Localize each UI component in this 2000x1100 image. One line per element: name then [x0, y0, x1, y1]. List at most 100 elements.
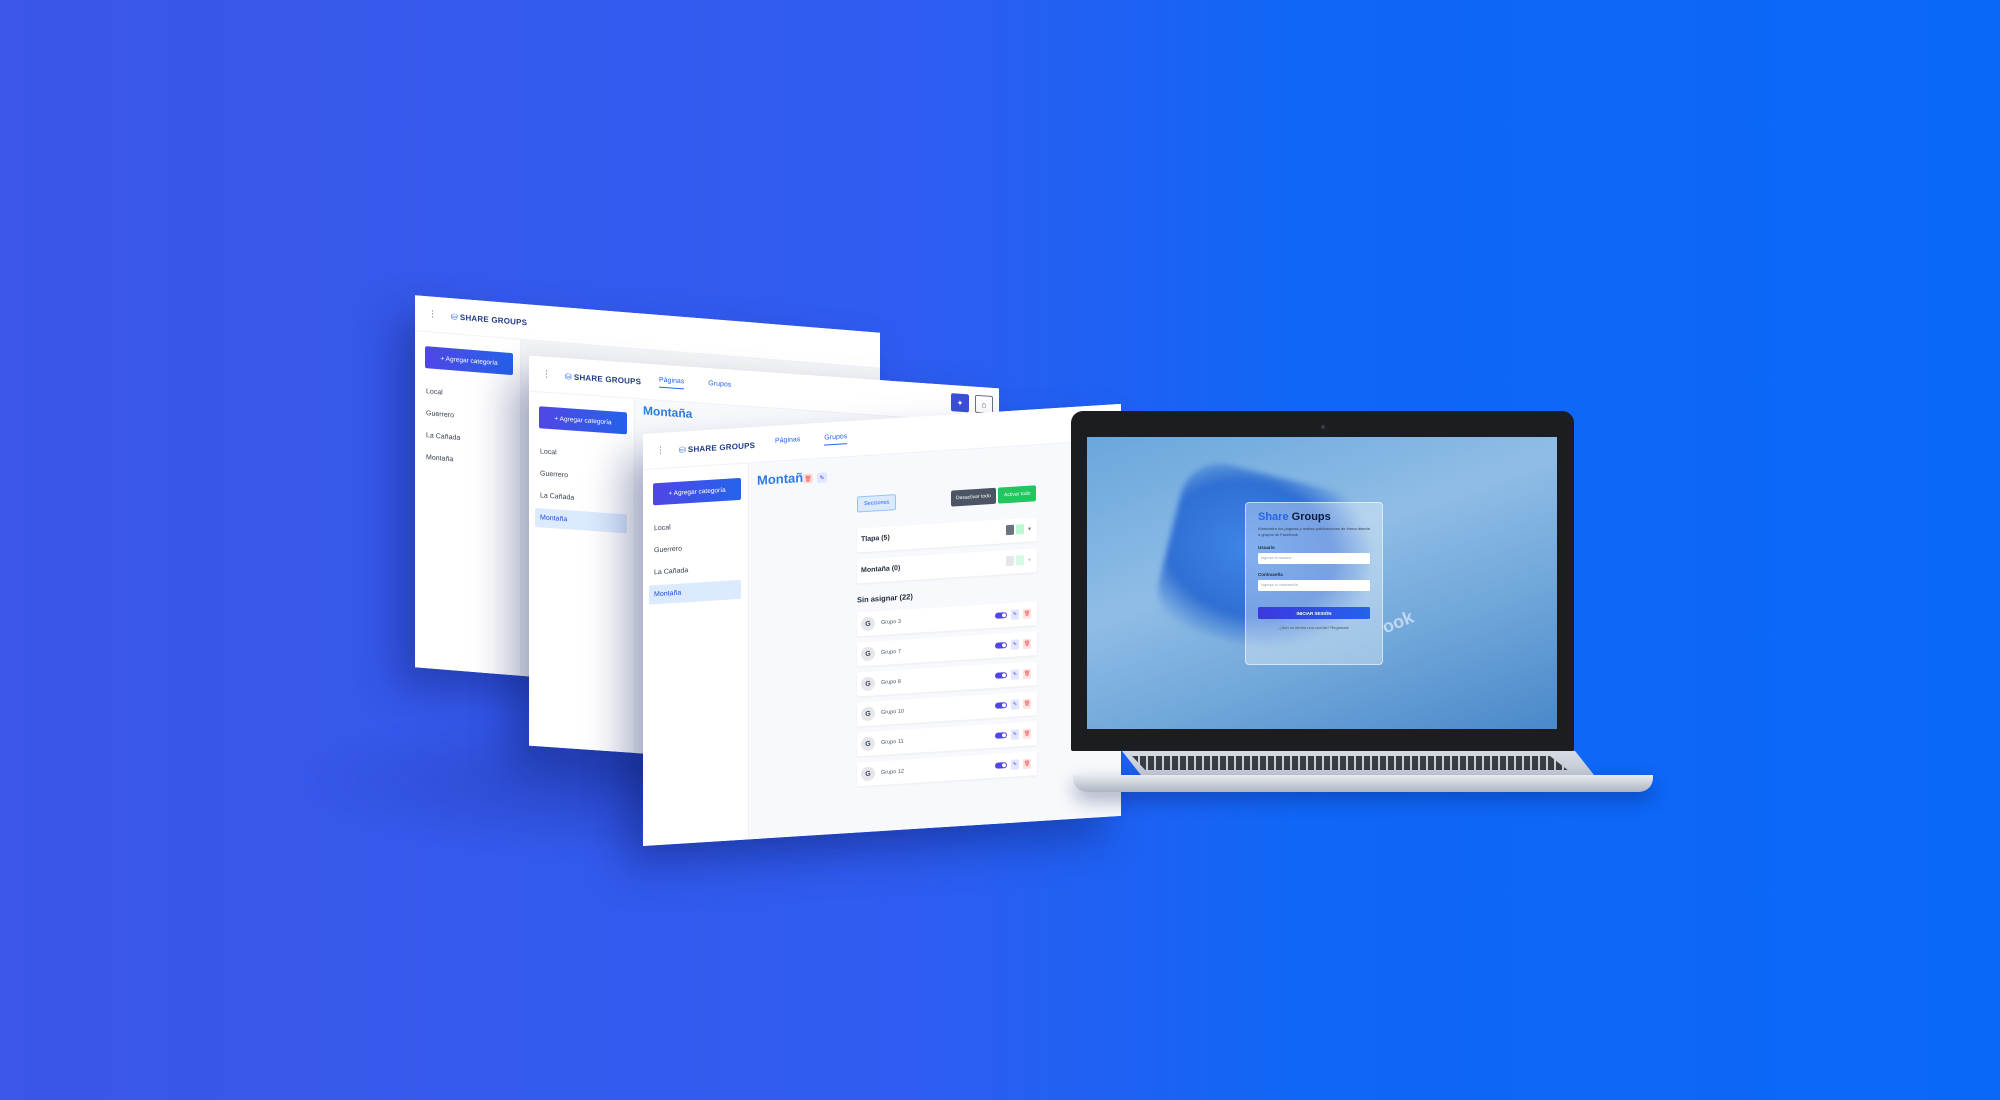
camera-icon — [1321, 425, 1325, 429]
edit-icon[interactable]: ✎ — [1011, 609, 1019, 620]
trash-icon[interactable]: 🗑 — [1023, 758, 1031, 770]
group-avatar: G — [861, 706, 875, 722]
trash-icon[interactable]: 🗑 — [1023, 728, 1031, 740]
sidebar-item-guerrero[interactable]: Guerrero — [535, 464, 627, 489]
group-row: G Grupo 10 ✎ 🗑 — [857, 691, 1037, 727]
trash-icon[interactable]: 🗑 — [1023, 638, 1031, 650]
sidebar-item-guerrero[interactable]: Guerrero — [649, 536, 741, 561]
app-window-front: ⋮ ⛁SHARE GROUPS Páginas Grupos ✦ ⌂ + Agr… — [643, 403, 1121, 846]
add-category-button[interactable]: + Agregar categoría — [425, 346, 513, 376]
username-field[interactable]: Ingresa tu usuario — [1258, 553, 1370, 564]
menu-icon[interactable]: ⋮ — [428, 308, 437, 320]
trash-icon[interactable]: 🗑 — [1023, 668, 1031, 680]
group-toggle[interactable] — [995, 702, 1007, 709]
section-row[interactable]: Tlapa (5) ▾ — [857, 517, 1037, 553]
chevron-down-icon[interactable]: ▾ — [1028, 525, 1031, 532]
unassigned-heading: Sin asignar (22) — [857, 592, 913, 605]
page-title: Montaña — [643, 403, 693, 421]
sidebar-item-montana[interactable]: Montaña — [649, 579, 741, 605]
group-toggle[interactable] — [995, 762, 1007, 769]
edit-icon[interactable]: ✎ — [1011, 669, 1019, 680]
share-icon: ✦ — [956, 397, 964, 408]
category-list: Local Guerrero La Cañada Montaña — [535, 442, 627, 536]
brand-logo: ⛁ SHARE GROUPS — [679, 440, 756, 455]
register-link[interactable]: ¿Aún no tienes una cuenta? Regístrate — [1258, 625, 1370, 630]
category-list: Local Guerrero La Cañada Montaña — [421, 382, 513, 477]
section-name: Montaña (0) — [861, 564, 901, 575]
group-name: Grupo 11 — [881, 738, 904, 747]
background-word: ook — [1379, 606, 1417, 638]
sidebar-item-la-canada[interactable]: La Cañada — [535, 486, 627, 511]
menu-icon[interactable]: ⋮ — [542, 368, 551, 380]
lock-icon: ⌂ — [981, 399, 987, 410]
edit-icon[interactable]: ✎ — [1011, 759, 1019, 770]
password-label: Contraseña — [1258, 572, 1283, 577]
sidebar-item-montana[interactable]: Montaña — [421, 448, 513, 474]
trash-icon[interactable]: 🗑 — [1023, 608, 1031, 620]
group-name: Grupo 3 — [881, 618, 901, 627]
groups-panel: Secciones Desactivar todo Activar todo T… — [857, 485, 1037, 792]
group-row: G Grupo 8 ✎ 🗑 — [857, 661, 1037, 697]
nav-tabs: Páginas Grupos — [775, 433, 848, 449]
group-toggle[interactable] — [995, 642, 1007, 649]
menu-icon[interactable]: ⋮ — [656, 445, 665, 457]
login-card: Share Groups Administra tus páginas y re… — [1245, 502, 1383, 665]
login-title: Share Groups — [1258, 511, 1331, 523]
group-row: G Grupo 3 ✎ 🗑 — [857, 601, 1037, 637]
login-subtitle: Administra tus páginas y realiza publica… — [1258, 526, 1370, 537]
database-icon: ⛁ — [565, 372, 572, 382]
database-icon: ⛁ — [679, 445, 686, 455]
delete-category-icon[interactable]: 🗑 — [803, 473, 813, 484]
group-toggle[interactable] — [995, 672, 1007, 679]
group-toggle[interactable] — [995, 612, 1007, 619]
login-button[interactable]: INICIAR SESIÓN — [1258, 607, 1370, 619]
group-avatar: G — [861, 736, 875, 752]
disable-all-button[interactable]: Desactivar todo — [951, 487, 996, 507]
section-toggle-icon[interactable] — [1015, 555, 1024, 566]
group-name: Grupo 7 — [881, 648, 901, 657]
activate-all-button[interactable]: Activar todo — [998, 485, 1037, 504]
edit-icon[interactable]: ✎ — [1011, 639, 1019, 650]
tab-paginas[interactable]: Páginas — [659, 376, 685, 390]
sidebar-item-montana[interactable]: Montaña — [535, 507, 627, 534]
nav-tabs: Páginas Grupos — [659, 376, 731, 393]
add-category-button[interactable]: + Agregar categoría — [653, 477, 741, 506]
group-avatar: G — [861, 766, 875, 782]
laptop-base — [1073, 775, 1653, 792]
sidebar-item-la-canada[interactable]: La Cañada — [649, 558, 741, 583]
group-row: G Grupo 7 ✎ 🗑 — [857, 631, 1037, 667]
section-edit-icon[interactable] — [1005, 524, 1014, 536]
edit-category-icon[interactable]: ✎ — [817, 472, 827, 484]
group-row: G Grupo 11 ✎ 🗑 — [857, 721, 1037, 757]
password-field[interactable]: Ingresa tu contraseña — [1258, 580, 1370, 591]
laptop-screen: ook Share Groups Administra tus páginas … — [1087, 437, 1557, 729]
section-toggle-icon[interactable] — [1015, 524, 1024, 535]
edit-icon[interactable]: ✎ — [1011, 699, 1019, 710]
add-category-button[interactable]: + Agregar categoría — [539, 406, 627, 435]
sidebar-item-local[interactable]: Local — [535, 442, 627, 467]
group-name: Grupo 8 — [881, 678, 901, 687]
sidebar: + Agregar categoría Local Guerrero La Ca… — [529, 391, 635, 753]
edit-icon[interactable]: ✎ — [1011, 729, 1019, 740]
section-actions: ▾ — [1005, 524, 1031, 536]
category-list: Local Guerrero La Cañada Montaña — [649, 514, 741, 608]
sidebar: + Agregar categoría Local Guerrero La Ca… — [415, 331, 521, 676]
chevron-down-icon[interactable]: ▾ — [1028, 556, 1031, 563]
group-avatar: G — [861, 616, 875, 632]
section-row[interactable]: Montaña (0) ▾ — [857, 548, 1037, 584]
tab-grupos[interactable]: Grupos — [708, 380, 731, 393]
brand-logo: ⛁ SHARE GROUPS — [565, 372, 642, 387]
section-name: Tlapa (5) — [861, 534, 890, 544]
group-avatar: G — [861, 646, 875, 662]
group-toggle[interactable] — [995, 732, 1007, 739]
group-avatar: G — [861, 676, 875, 692]
section-edit-icon[interactable] — [1005, 555, 1014, 567]
sidebar: + Agregar categoría Local Guerrero La Ca… — [643, 463, 749, 846]
sidebar-item-local[interactable]: Local — [649, 514, 741, 539]
brand-logo: ⛁ SHARE GROUPS — [451, 312, 528, 328]
tab-paginas[interactable]: Páginas — [775, 436, 800, 449]
tab-grupos[interactable]: Grupos — [824, 433, 848, 446]
sections-button[interactable]: Secciones — [857, 494, 897, 513]
trash-icon[interactable]: 🗑 — [1023, 698, 1031, 710]
share-button[interactable]: ✦ — [951, 393, 969, 413]
